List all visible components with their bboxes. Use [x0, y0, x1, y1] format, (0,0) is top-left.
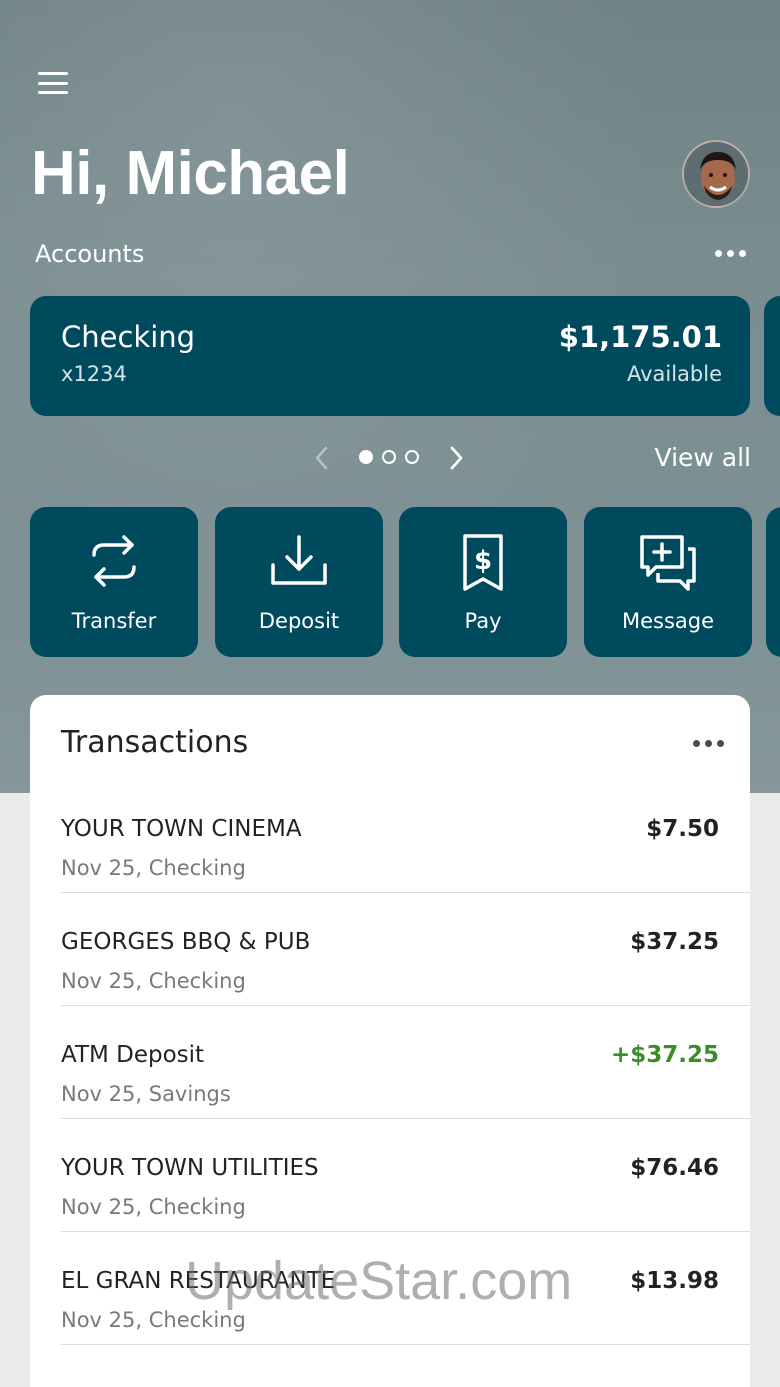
pay-button[interactable]: $ Pay: [399, 507, 567, 657]
watermark: UpdateStar.com: [185, 1251, 573, 1311]
account-balance: $1,175.01: [558, 320, 722, 354]
hamburger-menu-icon[interactable]: [38, 70, 70, 96]
transfer-button[interactable]: Transfer: [30, 507, 198, 657]
transaction-amount: $37.25: [630, 929, 719, 955]
transactions-more-icon[interactable]: [693, 740, 724, 747]
deposit-icon: [271, 535, 327, 585]
message-button[interactable]: Message: [584, 507, 752, 657]
accounts-label: Accounts: [35, 240, 145, 268]
transaction-detail: Nov 25, Savings: [61, 1082, 231, 1106]
transaction-merchant: ATM Deposit: [61, 1042, 205, 1068]
message-label: Message: [621, 609, 715, 633]
account-number: x1234: [61, 362, 127, 386]
transactions-title: Transactions: [61, 725, 249, 760]
transaction-amount: $13.98: [630, 1268, 719, 1294]
deposit-button[interactable]: Deposit: [215, 507, 383, 657]
transfer-icon: [92, 535, 136, 587]
carousel-pager: [359, 450, 419, 464]
transaction-merchant: YOUR TOWN CINEMA: [61, 816, 302, 842]
transaction-detail: Nov 25, Checking: [61, 1195, 246, 1219]
pager-dot-3[interactable]: [405, 450, 419, 464]
transaction-amount: $76.46: [630, 1155, 719, 1181]
transaction-detail: Nov 25, Checking: [61, 856, 246, 880]
view-all-link[interactable]: View all: [655, 443, 751, 472]
accounts-more-icon[interactable]: [715, 250, 746, 257]
chevron-left-icon[interactable]: [310, 443, 334, 473]
transaction-merchant: GEORGES BBQ & PUB: [61, 929, 311, 955]
avatar[interactable]: [682, 140, 750, 208]
transaction-row[interactable]: YOUR TOWN UTILITIES Nov 25, Checking $76…: [61, 1119, 750, 1232]
transaction-row[interactable]: YOUR TOWN CINEMA Nov 25, Checking $7.50: [61, 780, 750, 893]
greeting-title: Hi, Michael: [31, 139, 350, 208]
account-balance-caption: Available: [626, 362, 722, 386]
account-name: Checking: [61, 320, 196, 354]
pay-bill-icon: $: [463, 534, 503, 591]
transaction-detail: Nov 25, Checking: [61, 969, 246, 993]
transaction-amount: +$37.25: [610, 1042, 719, 1068]
chevron-right-icon[interactable]: [444, 443, 468, 473]
transaction-merchant: YOUR TOWN UTILITIES: [61, 1155, 319, 1181]
more-actions-peek[interactable]: [766, 507, 780, 657]
message-icon: [640, 535, 696, 591]
account-card-checking[interactable]: Checking x1234 $1,175.01 Available: [30, 296, 750, 416]
deposit-label: Deposit: [258, 609, 340, 633]
transfer-label: Transfer: [71, 609, 157, 633]
transaction-row[interactable]: GEORGES BBQ & PUB Nov 25, Checking $37.2…: [61, 893, 750, 1006]
pay-label: Pay: [464, 609, 502, 633]
pager-dot-1[interactable]: [359, 450, 373, 464]
svg-text:$: $: [474, 546, 492, 576]
transaction-row[interactable]: ATM Deposit Nov 25, Savings +$37.25: [61, 1006, 750, 1119]
pager-dot-2[interactable]: [382, 450, 396, 464]
next-account-card-peek[interactable]: [764, 296, 780, 416]
transaction-amount: $7.50: [646, 816, 719, 842]
